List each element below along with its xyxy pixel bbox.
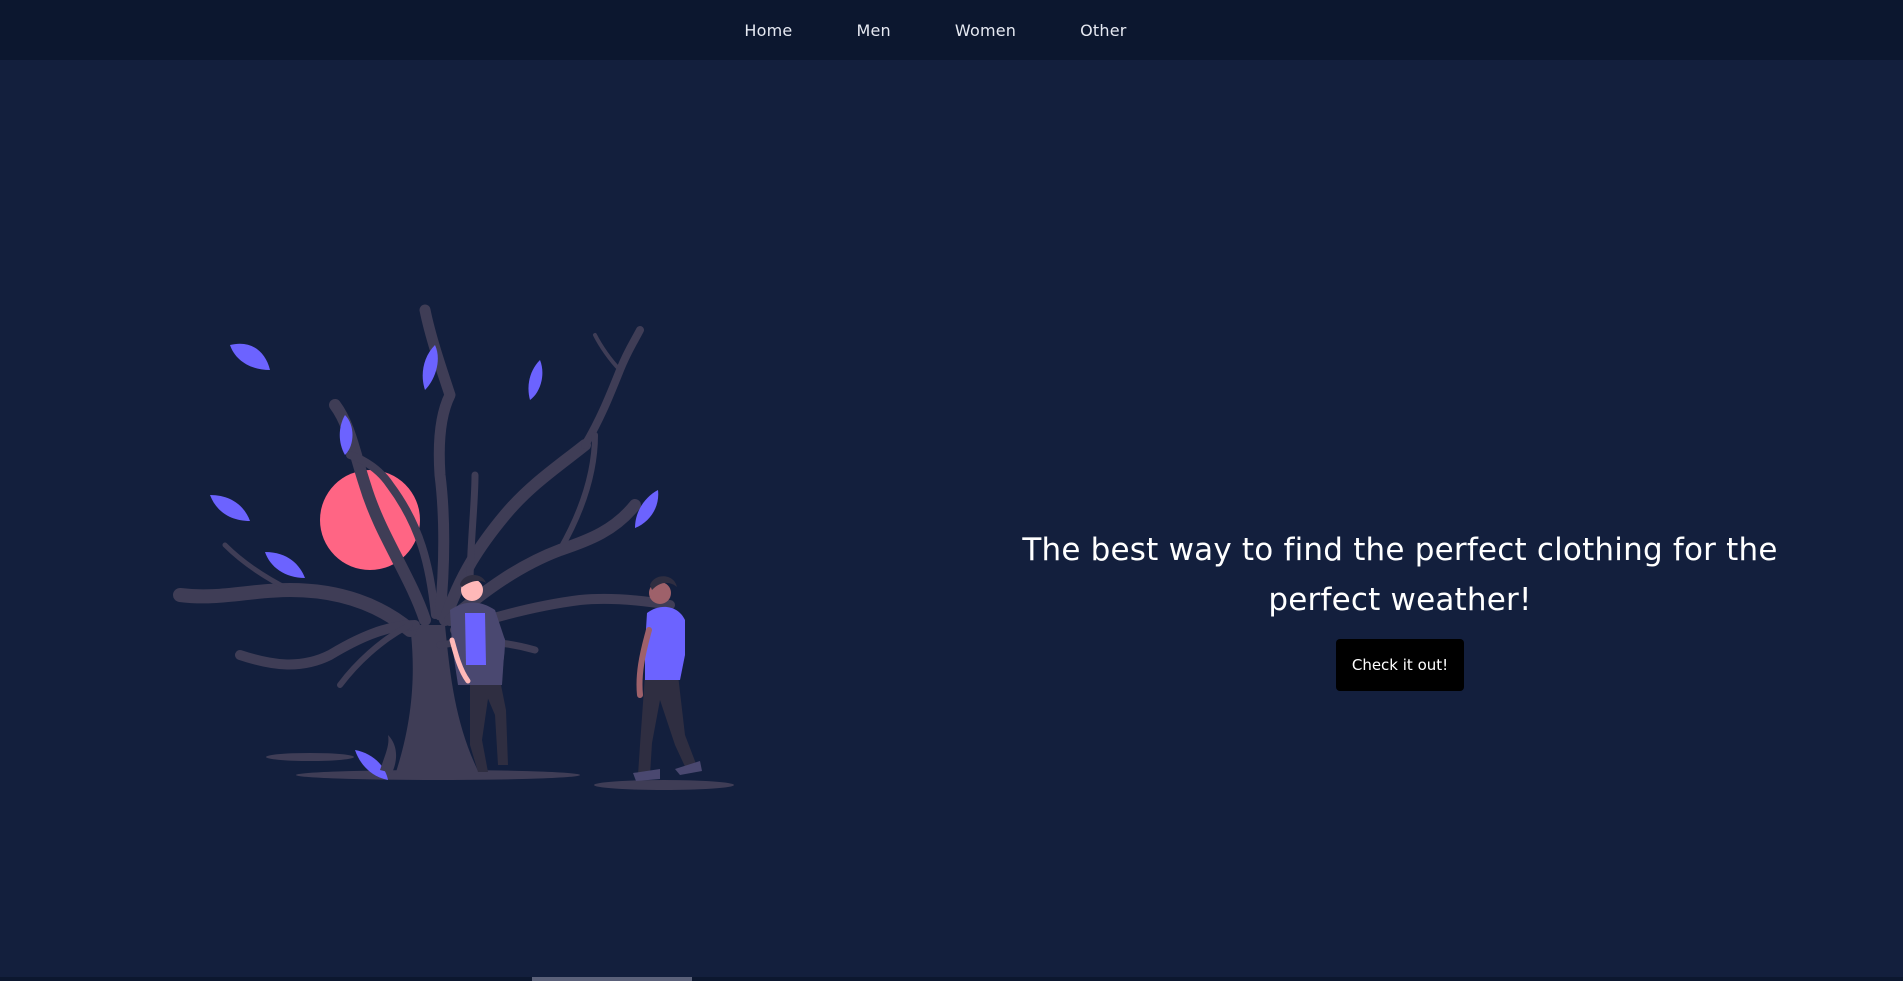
ground-shadow-small: [266, 753, 354, 761]
nav-link-other[interactable]: Other: [1048, 21, 1158, 40]
scrollbar-thumb[interactable]: [532, 977, 692, 981]
navbar: Home Men Women Other: [0, 0, 1903, 60]
nav-links: Home Men Women Other: [0, 0, 1903, 60]
tree-people-illustration-icon: [173, 304, 734, 790]
grass-icon: [380, 735, 397, 773]
nav-link-women[interactable]: Women: [923, 21, 1048, 40]
horizontal-scrollbar[interactable]: [0, 977, 1903, 981]
ground-shadow-person: [594, 780, 734, 790]
check-it-out-button[interactable]: Check it out!: [1335, 639, 1465, 691]
nav-link-men[interactable]: Men: [824, 21, 922, 40]
nav-link-home[interactable]: Home: [744, 21, 824, 40]
hero-heading: The best way to find the perfect clothin…: [1022, 532, 1778, 618]
hero-section: The best way to find the perfect clothin…: [980, 525, 1820, 691]
main-content: The best way to find the perfect clothin…: [0, 60, 1903, 977]
